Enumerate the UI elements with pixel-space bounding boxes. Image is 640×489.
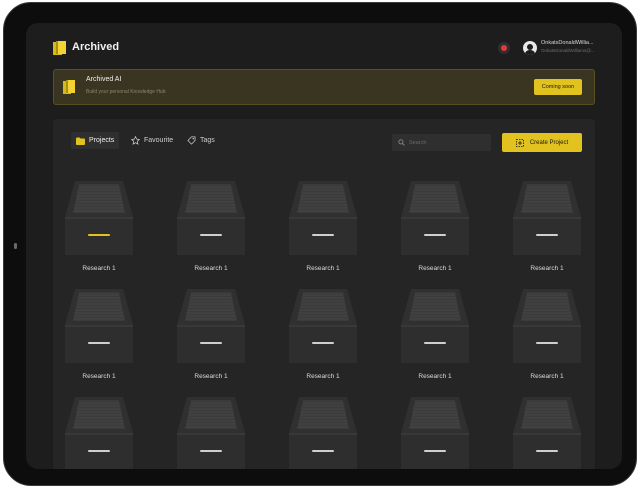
project-card[interactable]: Research 1 [289, 179, 357, 272]
tag-icon [187, 136, 196, 145]
project-card[interactable]: Research 1 [289, 287, 357, 380]
banner-subtitle: Build your personal Knowledge Hub [86, 89, 166, 95]
user-email: OnkatsDonaldWilliams@... [541, 48, 595, 53]
project-card-label: Research 1 [306, 265, 340, 272]
notification-icon[interactable] [498, 42, 510, 54]
projects-panel: Projects Favourite Tags Search Create Pr… [53, 119, 595, 469]
create-project-label: Create Project [529, 139, 569, 146]
create-project-icon [515, 138, 524, 147]
project-card[interactable]: Research 1 [177, 179, 245, 272]
tab-projects-label: Projects [89, 137, 115, 144]
create-project-button[interactable]: Create Project [502, 133, 582, 152]
app-title: Archived [72, 41, 120, 53]
project-card[interactable] [401, 395, 469, 469]
tablet-frame: Archived OnkatsDonaldWillia... OnkatsDon… [3, 2, 637, 486]
tab-tags-label: Tags [200, 137, 215, 144]
search-input[interactable] [409, 139, 489, 146]
file-drawer-icon [65, 289, 133, 363]
coming-soon-button[interactable]: Coming soon [534, 79, 582, 95]
project-card[interactable] [513, 395, 581, 469]
app-screen: Archived OnkatsDonaldWillia... OnkatsDon… [26, 23, 622, 469]
file-drawer-icon [289, 181, 357, 255]
file-drawer-icon [513, 181, 581, 255]
file-drawer-icon [401, 289, 469, 363]
project-card-label: Research 1 [418, 373, 452, 380]
project-card[interactable]: Research 1 [401, 179, 469, 272]
banner-title: Archived AI [86, 76, 122, 83]
project-card[interactable]: Research 1 [65, 179, 133, 272]
file-drawer-icon [401, 397, 469, 469]
project-card-label: Research 1 [194, 265, 228, 272]
project-card[interactable] [65, 395, 133, 469]
project-card[interactable]: Research 1 [401, 287, 469, 380]
file-drawer-icon [65, 397, 133, 469]
project-card-label: Research 1 [306, 373, 340, 380]
project-card-label: Research 1 [418, 265, 452, 272]
tab-favourite-label: Favourite [144, 137, 174, 144]
file-drawer-icon [65, 181, 133, 255]
user-name: OnkatsDonaldWillia... [541, 40, 594, 46]
project-card[interactable]: Research 1 [177, 287, 245, 380]
tab-favourite[interactable]: Favourite [126, 132, 178, 149]
archive-logo-icon [53, 41, 66, 55]
file-drawer-icon [289, 289, 357, 363]
star-icon [131, 136, 140, 145]
tab-projects[interactable]: Projects [71, 132, 120, 149]
project-card-label: Research 1 [530, 373, 564, 380]
file-drawer-icon [513, 289, 581, 363]
archive-ai-icon [63, 80, 75, 94]
file-drawer-icon [177, 289, 245, 363]
project-card-label: Research 1 [82, 373, 116, 380]
project-card[interactable]: Research 1 [513, 287, 581, 380]
file-drawer-icon [177, 181, 245, 255]
tab-tags[interactable]: Tags [182, 132, 220, 149]
project-card-label: Research 1 [82, 265, 116, 272]
project-card[interactable] [177, 395, 245, 469]
file-drawer-icon [513, 397, 581, 469]
file-drawer-icon [289, 397, 357, 469]
file-drawer-icon [177, 397, 245, 469]
search-icon [398, 139, 405, 146]
project-card[interactable]: Research 1 [513, 179, 581, 272]
avatar[interactable] [523, 41, 537, 55]
device-side-button [14, 243, 17, 249]
file-drawer-icon [401, 181, 469, 255]
folder-icon [76, 137, 85, 145]
project-card[interactable] [289, 395, 357, 469]
search-bar[interactable] [392, 134, 491, 151]
project-card-label: Research 1 [194, 373, 228, 380]
archived-ai-banner: Archived AI Build your personal Knowledg… [53, 69, 595, 105]
project-card[interactable]: Research 1 [65, 287, 133, 380]
project-card-label: Research 1 [530, 265, 564, 272]
